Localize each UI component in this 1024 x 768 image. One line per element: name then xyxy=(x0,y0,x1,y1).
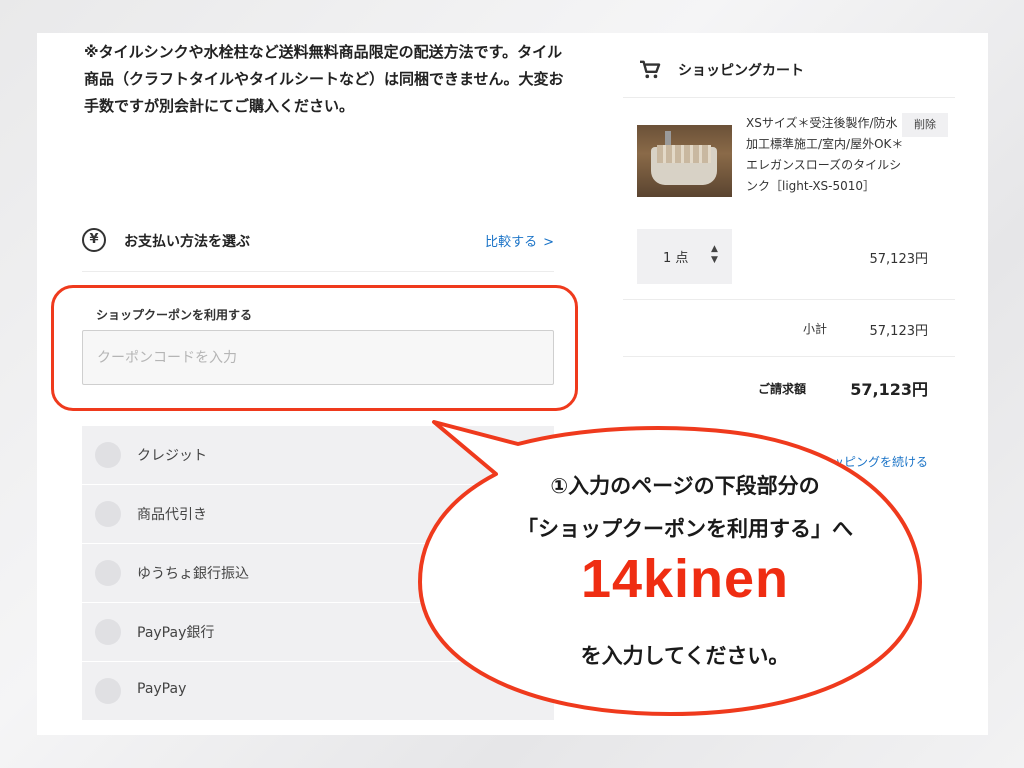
tile-pattern xyxy=(657,145,711,163)
radio-button[interactable] xyxy=(95,619,121,645)
yen-icon: ¥ xyxy=(82,228,106,252)
instruction-line-1: ①入力のページの下段部分の xyxy=(550,474,820,498)
radio-button[interactable] xyxy=(95,678,121,704)
shipping-notice: ※タイルシンクや水栓柱など送料無料商品限定の配送方法です。タイル商品（クラフトタ… xyxy=(84,43,564,115)
total-label: ご請求額 xyxy=(758,382,807,396)
cart-icon xyxy=(640,60,661,79)
product-name[interactable]: XSサイズ＊受注後製作/防水加工標準施工/室内/屋外OK＊エレガンスローズのタイ… xyxy=(746,113,906,197)
coupon-label: ショップクーポンを利用する xyxy=(96,308,253,322)
quantity-select[interactable]: 1 点 ▲ ▼ xyxy=(637,229,732,284)
divider xyxy=(623,299,955,300)
coupon-section: ショップクーポンを利用する xyxy=(51,285,578,411)
chevron-right-icon: > xyxy=(543,235,554,250)
payment-method-header: ¥ お支払い方法を選ぶ 比較する > xyxy=(82,228,554,272)
payment-option-label: ゆうちょ銀行振込 xyxy=(137,566,249,582)
payment-option-label: クレジット xyxy=(137,448,207,464)
payment-option-label: PayPay銀行 xyxy=(137,625,215,641)
subtotal-value: 57,123円 xyxy=(869,324,929,339)
delete-button[interactable]: 削除 xyxy=(902,113,948,137)
cart-header: ショッピングカート xyxy=(623,33,955,98)
radio-button[interactable] xyxy=(95,501,121,527)
total-value: 57,123円 xyxy=(850,380,928,399)
coupon-code-text: 14kinen xyxy=(580,549,790,609)
cart-title: ショッピングカート xyxy=(678,63,804,79)
radio-button[interactable] xyxy=(95,560,121,586)
instruction-line-2: 「ショップクーポンを利用する」へ xyxy=(517,517,853,541)
quantity-value: 1 点 xyxy=(663,251,689,266)
compare-link[interactable]: 比較する > xyxy=(485,231,554,250)
payment-option-label: 商品代引き xyxy=(137,507,207,523)
radio-button[interactable] xyxy=(95,442,121,468)
compare-label: 比較する xyxy=(485,235,538,250)
item-price: 57,123円 xyxy=(869,252,929,267)
divider xyxy=(623,356,955,357)
product-image[interactable] xyxy=(637,125,732,197)
up-down-arrows-icon: ▲ ▼ xyxy=(711,244,718,265)
instruction-line-3: を入力してください。 xyxy=(580,644,790,668)
coupon-code-input[interactable] xyxy=(82,330,554,385)
payment-method-title: お支払い方法を選ぶ xyxy=(124,234,250,250)
payment-option-label: PayPay xyxy=(137,681,187,697)
subtotal-label: 小計 xyxy=(803,322,828,336)
